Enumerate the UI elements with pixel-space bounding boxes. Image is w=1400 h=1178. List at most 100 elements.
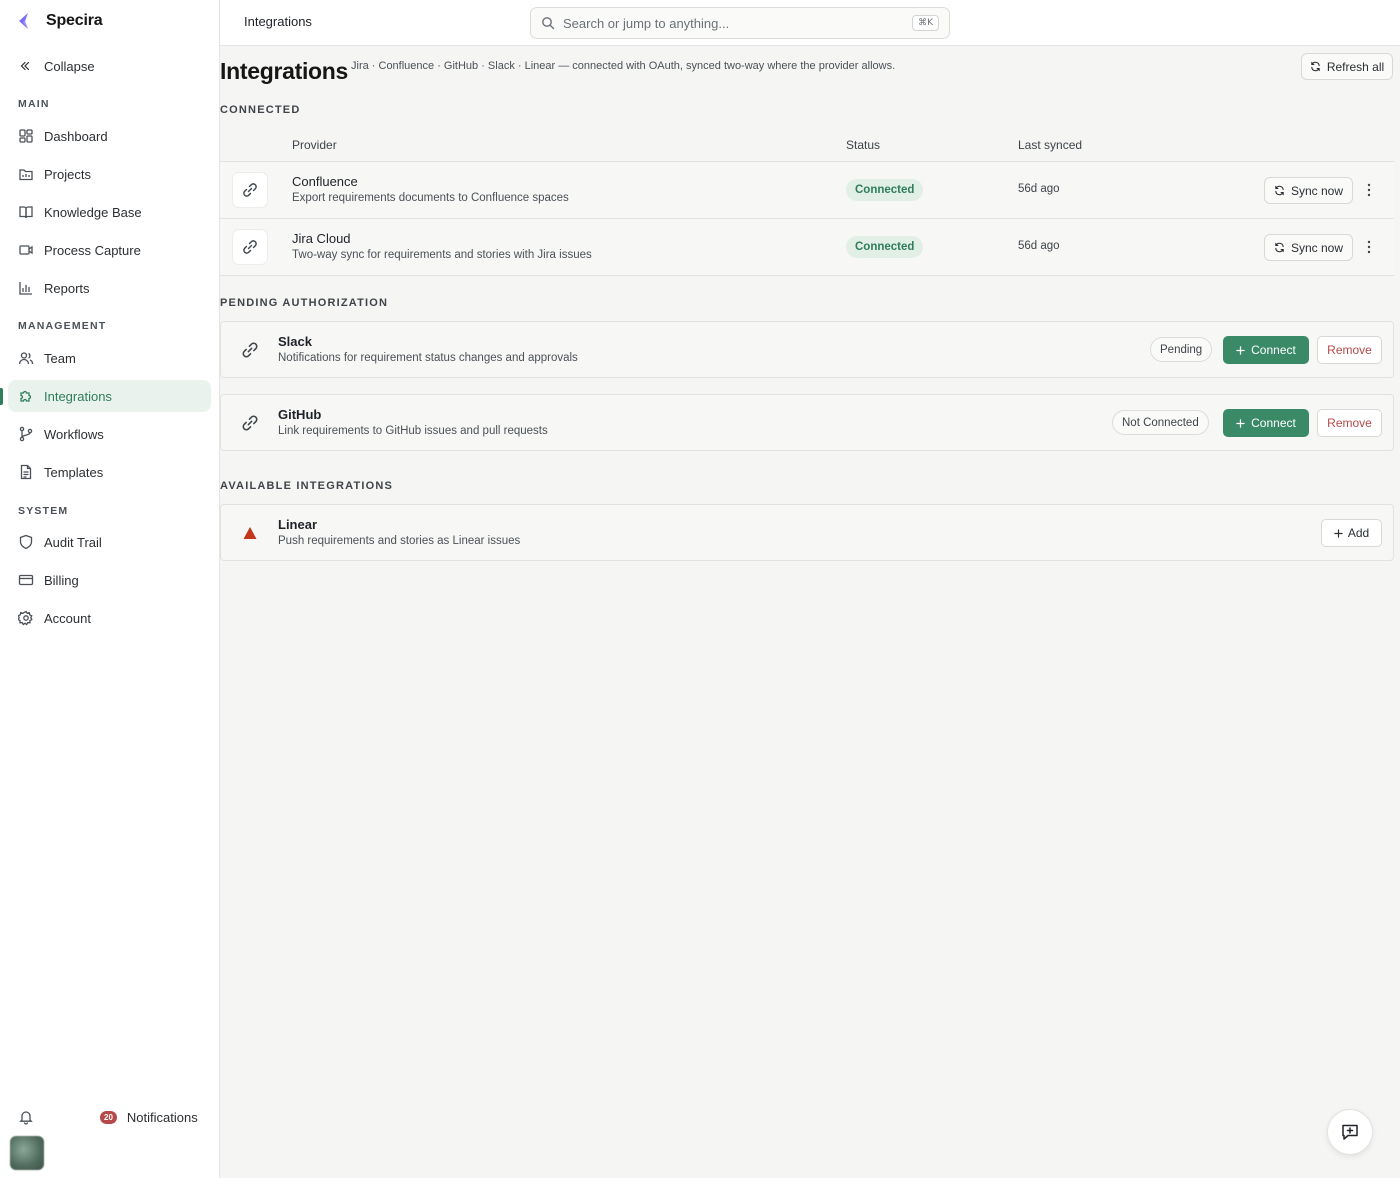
dashboard-icon xyxy=(18,128,34,144)
provider-description: Export requirements documents to Conflue… xyxy=(292,192,569,204)
topbar: Integrations Search or jump to anything.… xyxy=(220,0,1400,46)
provider-name: Jira Cloud xyxy=(292,231,351,246)
sidebar-item-team[interactable]: Team xyxy=(8,342,211,374)
sync-now-label: Sync now xyxy=(1290,183,1344,198)
book-icon xyxy=(18,204,34,220)
add-button[interactable]: Add xyxy=(1321,519,1382,547)
sidebar-item-label: Account xyxy=(44,610,91,626)
sidebar-item-account[interactable]: Account xyxy=(8,602,211,634)
avatar[interactable] xyxy=(10,1136,44,1170)
sidebar-item-label: Knowledge Base xyxy=(44,204,142,220)
link-icon xyxy=(239,339,261,361)
sidebar-item-integrations[interactable]: Integrations xyxy=(8,380,211,412)
puzzle-icon xyxy=(18,388,34,404)
provider-name: Linear xyxy=(278,517,318,532)
link-icon xyxy=(240,180,260,200)
sidebar-item-audit-trail[interactable]: Audit Trail xyxy=(8,526,211,558)
refresh-icon xyxy=(1274,185,1285,196)
integration-card-slack: Slack Notifications for requirement stat… xyxy=(220,321,1394,378)
notification-count-badge: 20 xyxy=(100,1110,117,1124)
sidebar-item-reports[interactable]: Reports xyxy=(8,272,211,304)
status-badge: Connected xyxy=(846,179,924,201)
plus-icon xyxy=(1236,418,1245,428)
sidebar-item-process-capture[interactable]: Process Capture xyxy=(8,234,211,266)
integration-card-linear: Linear Push requirements and stories as … xyxy=(220,504,1394,561)
page-subtitle: Jira · Confluence · GitHub · Slack · Lin… xyxy=(351,60,896,72)
git-branch-icon xyxy=(18,426,34,442)
sidebar-item-knowledge-base[interactable]: Knowledge Base xyxy=(8,196,211,228)
section-label-connected: CONNECTED xyxy=(220,104,301,116)
plus-icon xyxy=(1334,528,1343,538)
chevrons-left-icon xyxy=(18,59,32,73)
sidebar-item-label: Workflows xyxy=(44,426,104,442)
notifications-button[interactable]: 20 Notifications xyxy=(100,1106,198,1128)
bell-icon[interactable] xyxy=(18,1109,34,1125)
collapse-button[interactable]: Collapse xyxy=(18,55,95,77)
sidebar-item-label: Team xyxy=(44,350,76,366)
sidebar-item-label: Templates xyxy=(44,464,104,480)
keyboard-shortcut: ⌘K xyxy=(912,15,939,31)
table-row-jira-cloud[interactable]: Jira Cloud Two-way sync for requirements… xyxy=(220,219,1394,276)
credit-card-icon xyxy=(18,572,34,588)
video-icon xyxy=(18,242,34,258)
plus-icon xyxy=(1236,345,1245,355)
sidebar-item-label: Integrations xyxy=(44,388,112,404)
page-title: Integrations xyxy=(220,58,349,84)
connect-button[interactable]: Connect xyxy=(1223,336,1309,364)
sidebar-item-projects[interactable]: Projects xyxy=(8,158,211,190)
sidebar-item-label: Projects xyxy=(44,166,91,182)
sync-now-button[interactable]: Sync now xyxy=(1264,177,1353,204)
provider-logo xyxy=(232,172,268,208)
sidebar-item-label: Reports xyxy=(44,280,90,296)
provider-logo xyxy=(232,229,268,265)
last-synced: 56d ago xyxy=(1018,183,1060,195)
remove-button[interactable]: Remove xyxy=(1317,409,1382,437)
folder-icon xyxy=(18,166,34,182)
more-options-icon[interactable] xyxy=(1360,237,1378,257)
refresh-all-label: Refresh all xyxy=(1326,59,1385,74)
gear-icon xyxy=(18,610,34,626)
notifications-label: Notifications xyxy=(126,1109,198,1125)
provider-description: Notifications for requirement status cha… xyxy=(278,352,578,364)
sync-now-button[interactable]: Sync now xyxy=(1264,234,1353,261)
search-placeholder: Search or jump to anything... xyxy=(563,15,730,31)
sidebar: Specira Collapse MAIN Dashboard Projects… xyxy=(0,0,220,1178)
app-name: Specira xyxy=(46,12,103,29)
sidebar-item-workflows[interactable]: Workflows xyxy=(8,418,211,450)
provider-name: GitHub xyxy=(278,407,322,422)
bar-chart-icon xyxy=(18,280,34,296)
refresh-all-button[interactable]: Refresh all xyxy=(1301,53,1393,80)
message-plus-icon xyxy=(1340,1122,1360,1142)
sidebar-item-label: Process Capture xyxy=(44,242,141,258)
refresh-icon xyxy=(1274,242,1285,253)
table-row-confluence[interactable]: Confluence Export requirements documents… xyxy=(220,162,1394,219)
more-options-icon[interactable] xyxy=(1360,180,1378,200)
status-pill: Not Connected xyxy=(1112,410,1209,435)
connect-label: Connect xyxy=(1251,343,1296,357)
sidebar-item-dashboard[interactable]: Dashboard xyxy=(8,120,211,152)
connect-button[interactable]: Connect xyxy=(1223,409,1309,437)
sidebar-item-billing[interactable]: Billing xyxy=(8,564,211,596)
provider-description: Push requirements and stories as Linear … xyxy=(278,535,521,547)
section-label-system: SYSTEM xyxy=(18,505,69,517)
sidebar-item-templates[interactable]: Templates xyxy=(8,456,211,488)
link-icon xyxy=(239,412,261,434)
column-header-status: Status xyxy=(846,138,881,152)
brand[interactable]: Specira xyxy=(14,10,103,32)
feedback-button[interactable] xyxy=(1327,1109,1373,1155)
last-synced: 56d ago xyxy=(1018,240,1060,252)
section-label-pending: PENDING AUTHORIZATION xyxy=(220,297,389,309)
search-icon xyxy=(541,16,555,30)
sidebar-item-label: Dashboard xyxy=(44,128,108,144)
sync-now-label: Sync now xyxy=(1290,240,1344,255)
status-badge: Connected xyxy=(846,236,924,258)
specira-logo-icon xyxy=(14,11,34,31)
remove-button[interactable]: Remove xyxy=(1317,336,1382,364)
search-input[interactable]: Search or jump to anything... ⌘K xyxy=(530,7,950,39)
sidebar-item-label: Audit Trail xyxy=(44,534,102,550)
add-label: Add xyxy=(1347,526,1370,540)
link-icon xyxy=(240,237,260,257)
provider-description: Two-way sync for requirements and storie… xyxy=(292,249,592,261)
table-header: Provider Status Last synced xyxy=(220,130,1394,162)
provider-name: Confluence xyxy=(292,174,358,189)
